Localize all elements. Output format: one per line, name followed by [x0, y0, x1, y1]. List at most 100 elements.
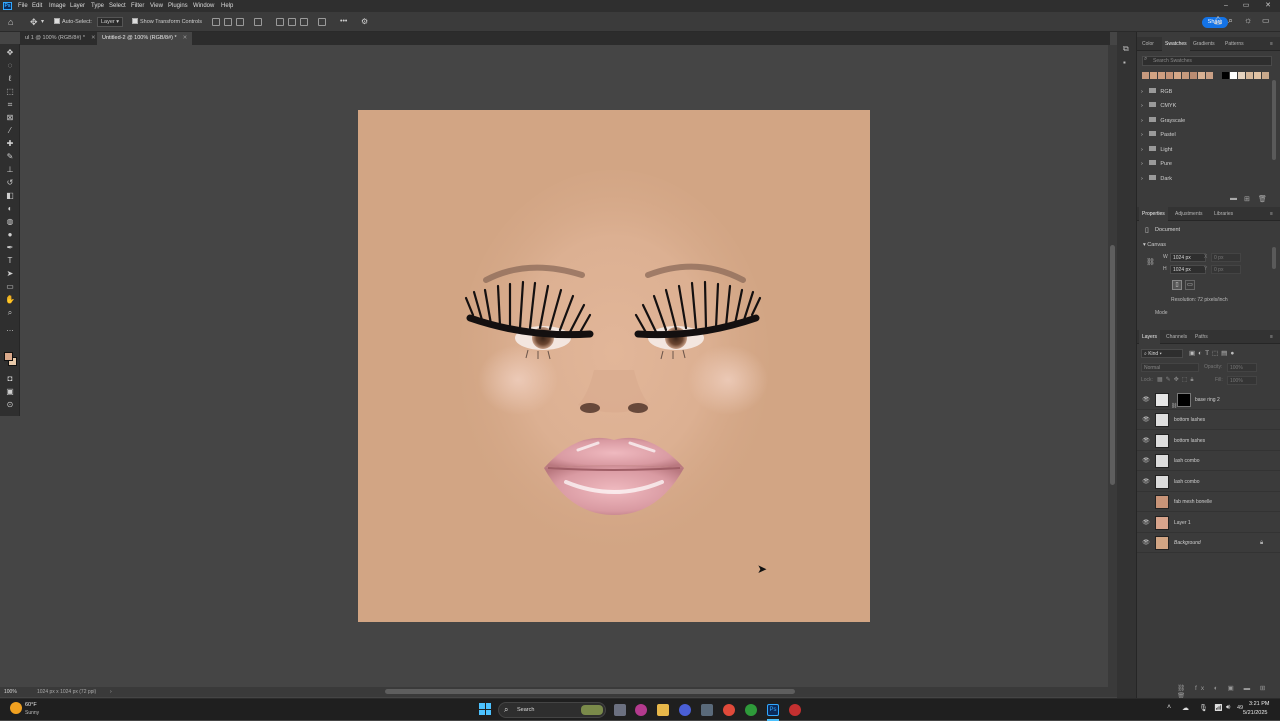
eye-icon[interactable]: 👁︎ [1142, 472, 1150, 492]
layer-row[interactable]: · fab mesh bonelle [1137, 492, 1280, 512]
swatch[interactable] [1230, 72, 1237, 79]
crop-tool-icon[interactable]: ⌗ [5, 100, 15, 110]
layer-filter-icons[interactable]: ▣◐T⬚▤● [1189, 349, 1237, 357]
layer-row[interactable]: 👁︎ bottom lashes [1137, 431, 1280, 451]
swatch[interactable] [1222, 72, 1229, 79]
history-icon[interactable]: ⧉ [1123, 44, 1129, 54]
swatch[interactable] [1198, 72, 1205, 79]
clone-stamp-tool-icon[interactable]: ⊥ [5, 165, 15, 175]
maximize-button[interactable]: ▭ [1236, 0, 1256, 12]
marquee-tool-icon[interactable]: ◌ [5, 61, 15, 71]
document-tab[interactable]: ul 1 @ 100% (RGB/8#) * ✕ [20, 32, 101, 45]
fill-field[interactable]: 100% [1227, 376, 1257, 385]
app-icon[interactable] [789, 704, 801, 716]
swatch-folder-pastel[interactable]: › Pastel [1141, 128, 1176, 142]
cloud-icon[interactable]: ☁ [1182, 704, 1189, 712]
document-info[interactable]: 1024 px x 1024 px (72 ppi) [37, 687, 96, 697]
layer-row[interactable]: 👁︎ Layer 1 [1137, 513, 1280, 533]
horizontal-scrollbar-thumb[interactable] [385, 689, 795, 694]
eye-hidden-icon[interactable]: · [1142, 492, 1150, 512]
swatch[interactable] [1254, 72, 1261, 79]
move-tool-icon[interactable]: ✥ [5, 48, 15, 58]
photoshop-taskbar-icon[interactable]: Ps [767, 704, 779, 716]
y-field[interactable]: 0 px [1211, 265, 1241, 274]
move-tool-icon[interactable]: ✥ [30, 16, 38, 28]
swatch[interactable] [1174, 72, 1181, 79]
xbox-icon[interactable] [745, 704, 757, 716]
hand-tool-icon[interactable]: ✋ [5, 295, 15, 305]
distribute-vertical-icon[interactable] [318, 18, 326, 26]
layer-row[interactable]: 👁︎ lash combo [1137, 472, 1280, 492]
layer-row[interactable]: 👁︎ lash combo [1137, 451, 1280, 471]
swatches-scrollbar[interactable] [1272, 80, 1276, 160]
swatches-search-input[interactable]: Search Swatches [1142, 56, 1272, 66]
layer-name[interactable]: bottom lashes [1174, 410, 1205, 430]
link-icon[interactable]: ⛓ [1146, 258, 1155, 266]
swatch[interactable] [1166, 72, 1173, 79]
swatch-folder-rgb[interactable]: › RGB [1141, 85, 1172, 99]
eye-icon[interactable]: 👁︎ [1142, 451, 1150, 471]
type-tool-icon[interactable]: T [5, 256, 15, 266]
tab-channels[interactable]: Channels [1166, 330, 1187, 344]
x-field[interactable]: 0 px [1211, 253, 1241, 262]
swatch[interactable] [1158, 72, 1165, 79]
microphone-icon[interactable]: 🎙︎ [1199, 704, 1208, 712]
tab-properties[interactable]: Properties [1139, 207, 1168, 221]
swatch[interactable] [1190, 72, 1197, 79]
home-icon[interactable]: ⌂ [8, 16, 13, 28]
close-tab-icon[interactable]: ✕ [183, 35, 188, 41]
align-top-icon[interactable] [276, 18, 284, 26]
height-field[interactable]: 1024 px [1170, 265, 1206, 274]
menu-view[interactable]: View [150, 0, 163, 12]
lasso-tool-icon[interactable]: ℓ [5, 74, 15, 84]
landscape-orientation-button[interactable]: ▭ [1185, 280, 1195, 290]
screen-mode-icon[interactable]: ▣ [5, 387, 15, 397]
swatch-folder-light[interactable]: › Light [1141, 143, 1172, 157]
menu-type[interactable]: Type [91, 0, 104, 12]
layer-row[interactable]: 👁︎ ⛓ base ring 2 [1137, 390, 1280, 410]
copilot-icon[interactable] [635, 704, 647, 716]
align-left-icon[interactable] [212, 18, 220, 26]
layer-name[interactable]: Background [1174, 533, 1201, 553]
layer-name[interactable]: base ring 2 [1195, 390, 1220, 410]
menu-help[interactable]: Help [221, 0, 233, 12]
more-options-button[interactable]: ••• [340, 16, 347, 28]
healing-brush-tool-icon[interactable]: ✚ [5, 139, 15, 149]
layer-mask-thumbnail[interactable] [1177, 393, 1191, 407]
eye-icon[interactable]: 👁︎ [1142, 513, 1150, 533]
align-middle-icon[interactable] [288, 18, 296, 26]
bell-icon[interactable]: 🔔︎ [1213, 16, 1223, 25]
tab-adjustments[interactable]: Adjustments [1175, 207, 1203, 221]
menu-layer[interactable]: Layer [70, 0, 85, 12]
path-selection-tool-icon[interactable]: ➤ [5, 269, 15, 279]
edit-toolbar-icon[interactable]: … [5, 324, 15, 334]
clock-time[interactable]: 3:21 PM [1249, 701, 1269, 707]
menu-image[interactable]: Image [49, 0, 66, 12]
frame-tool-icon[interactable]: ⊠ [5, 113, 15, 123]
trash-icon[interactable]: 🗑︎ [1258, 195, 1267, 203]
zoom-level[interactable]: 100% [4, 687, 17, 697]
new-group-icon[interactable]: ▬ [1230, 195, 1237, 202]
shape-tool-icon[interactable]: ▭ [5, 282, 15, 292]
swatch[interactable] [1262, 72, 1269, 79]
weather-temp[interactable]: 60°F [25, 702, 37, 708]
tab-patterns[interactable]: Patterns [1225, 37, 1244, 51]
history-brush-tool-icon[interactable]: ↺ [5, 178, 15, 188]
volume-icon[interactable]: 🔊︎ [1226, 704, 1230, 712]
gear-icon[interactable]: ⚙ [361, 16, 368, 28]
eyedropper-tool-icon[interactable]: ⁄ [5, 126, 15, 136]
eye-icon[interactable]: 👁︎ [1142, 410, 1150, 430]
taskbar-search[interactable]: ⌕ Search [498, 702, 606, 718]
close-tab-icon[interactable]: ✕ [91, 35, 96, 41]
minimize-button[interactable]: – [1216, 0, 1236, 12]
distribute-icon[interactable] [254, 18, 262, 26]
brush-tool-icon[interactable]: ✎ [5, 152, 15, 162]
swatch-folder-cmyk[interactable]: › CMYK [1141, 99, 1176, 113]
menu-file[interactable]: File [18, 0, 28, 12]
quick-mask-icon[interactable]: ◘ [5, 374, 15, 384]
panel-menu-icon[interactable]: ≡ [1270, 207, 1273, 221]
layer-row[interactable]: 👁︎ Background 🔒︎ [1137, 533, 1280, 553]
close-window-button[interactable]: ✕ [1258, 0, 1278, 12]
new-swatch-icon[interactable]: ⊞ [1244, 195, 1250, 203]
panel-menu-icon[interactable]: ≡ [1270, 37, 1273, 51]
